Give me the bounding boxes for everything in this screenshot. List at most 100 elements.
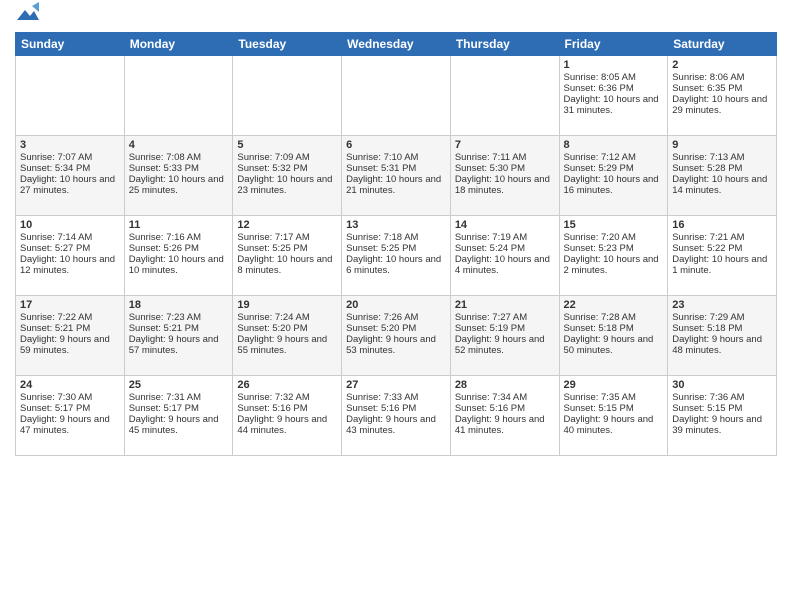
cell-content: Daylight: 9 hours and 52 minutes. (455, 334, 555, 356)
calendar-week-row: 17Sunrise: 7:22 AMSunset: 5:21 PMDayligh… (16, 296, 777, 376)
calendar-cell: 12Sunrise: 7:17 AMSunset: 5:25 PMDayligh… (233, 216, 342, 296)
cell-content: Daylight: 10 hours and 27 minutes. (20, 174, 120, 196)
cell-content: Sunset: 5:33 PM (129, 163, 229, 174)
cell-content: Daylight: 10 hours and 25 minutes. (129, 174, 229, 196)
day-number: 11 (129, 219, 229, 231)
cell-content: Sunrise: 7:08 AM (129, 152, 229, 163)
calendar-cell: 30Sunrise: 7:36 AMSunset: 5:15 PMDayligh… (668, 376, 777, 456)
day-number: 25 (129, 379, 229, 391)
calendar-cell: 29Sunrise: 7:35 AMSunset: 5:15 PMDayligh… (559, 376, 668, 456)
header (15, 10, 777, 24)
calendar-cell: 7Sunrise: 7:11 AMSunset: 5:30 PMDaylight… (450, 136, 559, 216)
cell-content: Sunset: 5:21 PM (20, 323, 120, 334)
cell-content: Daylight: 10 hours and 29 minutes. (672, 94, 772, 116)
day-number: 2 (672, 59, 772, 71)
day-number: 18 (129, 299, 229, 311)
cell-content: Sunset: 5:29 PM (564, 163, 664, 174)
day-number: 19 (237, 299, 337, 311)
calendar-cell: 25Sunrise: 7:31 AMSunset: 5:17 PMDayligh… (124, 376, 233, 456)
calendar-cell: 16Sunrise: 7:21 AMSunset: 5:22 PMDayligh… (668, 216, 777, 296)
cell-content: Sunrise: 7:07 AM (20, 152, 120, 163)
cell-content: Sunset: 5:15 PM (564, 403, 664, 414)
weekday-header: Thursday (450, 33, 559, 56)
cell-content: Daylight: 10 hours and 4 minutes. (455, 254, 555, 276)
cell-content: Sunrise: 7:31 AM (129, 392, 229, 403)
cell-content: Daylight: 10 hours and 1 minute. (672, 254, 772, 276)
calendar-cell: 5Sunrise: 7:09 AMSunset: 5:32 PMDaylight… (233, 136, 342, 216)
calendar-cell: 24Sunrise: 7:30 AMSunset: 5:17 PMDayligh… (16, 376, 125, 456)
cell-content: Sunset: 5:34 PM (20, 163, 120, 174)
cell-content: Sunrise: 7:29 AM (672, 312, 772, 323)
calendar-cell: 20Sunrise: 7:26 AMSunset: 5:20 PMDayligh… (342, 296, 451, 376)
cell-content: Sunset: 6:36 PM (564, 83, 664, 94)
day-number: 20 (346, 299, 446, 311)
cell-content: Daylight: 10 hours and 21 minutes. (346, 174, 446, 196)
cell-content: Sunrise: 7:27 AM (455, 312, 555, 323)
calendar-cell (124, 56, 233, 136)
cell-content: Sunrise: 7:16 AM (129, 232, 229, 243)
cell-content: Sunrise: 7:12 AM (564, 152, 664, 163)
calendar-cell: 22Sunrise: 7:28 AMSunset: 5:18 PMDayligh… (559, 296, 668, 376)
calendar-cell: 6Sunrise: 7:10 AMSunset: 5:31 PMDaylight… (342, 136, 451, 216)
day-number: 24 (20, 379, 120, 391)
calendar-week-row: 1Sunrise: 8:05 AMSunset: 6:36 PMDaylight… (16, 56, 777, 136)
cell-content: Daylight: 10 hours and 6 minutes. (346, 254, 446, 276)
calendar-cell: 27Sunrise: 7:33 AMSunset: 5:16 PMDayligh… (342, 376, 451, 456)
calendar-week-row: 10Sunrise: 7:14 AMSunset: 5:27 PMDayligh… (16, 216, 777, 296)
weekday-row: SundayMondayTuesdayWednesdayThursdayFrid… (16, 33, 777, 56)
cell-content: Daylight: 9 hours and 40 minutes. (564, 414, 664, 436)
day-number: 4 (129, 139, 229, 151)
cell-content: Sunrise: 7:23 AM (129, 312, 229, 323)
calendar-cell: 8Sunrise: 7:12 AMSunset: 5:29 PMDaylight… (559, 136, 668, 216)
cell-content: Sunset: 5:24 PM (455, 243, 555, 254)
cell-content: Sunrise: 7:17 AM (237, 232, 337, 243)
cell-content: Sunrise: 7:21 AM (672, 232, 772, 243)
cell-content: Sunset: 5:25 PM (237, 243, 337, 254)
calendar-cell: 4Sunrise: 7:08 AMSunset: 5:33 PMDaylight… (124, 136, 233, 216)
cell-content: Daylight: 10 hours and 14 minutes. (672, 174, 772, 196)
calendar-page: SundayMondayTuesdayWednesdayThursdayFrid… (0, 0, 792, 612)
calendar-body: 1Sunrise: 8:05 AMSunset: 6:36 PMDaylight… (16, 56, 777, 456)
day-number: 29 (564, 379, 664, 391)
cell-content: Sunrise: 8:06 AM (672, 72, 772, 83)
calendar-table: SundayMondayTuesdayWednesdayThursdayFrid… (15, 32, 777, 456)
cell-content: Daylight: 10 hours and 2 minutes. (564, 254, 664, 276)
cell-content: Sunrise: 8:05 AM (564, 72, 664, 83)
cell-content: Sunset: 5:26 PM (129, 243, 229, 254)
day-number: 27 (346, 379, 446, 391)
day-number: 7 (455, 139, 555, 151)
cell-content: Sunrise: 7:30 AM (20, 392, 120, 403)
cell-content: Sunrise: 7:11 AM (455, 152, 555, 163)
cell-content: Daylight: 9 hours and 57 minutes. (129, 334, 229, 356)
weekday-header: Friday (559, 33, 668, 56)
calendar-cell: 28Sunrise: 7:34 AMSunset: 5:16 PMDayligh… (450, 376, 559, 456)
cell-content: Daylight: 9 hours and 53 minutes. (346, 334, 446, 356)
day-number: 13 (346, 219, 446, 231)
cell-content: Daylight: 9 hours and 55 minutes. (237, 334, 337, 356)
cell-content: Sunset: 5:30 PM (455, 163, 555, 174)
calendar-cell: 9Sunrise: 7:13 AMSunset: 5:28 PMDaylight… (668, 136, 777, 216)
weekday-header: Saturday (668, 33, 777, 56)
cell-content: Daylight: 9 hours and 39 minutes. (672, 414, 772, 436)
day-number: 8 (564, 139, 664, 151)
cell-content: Sunrise: 7:34 AM (455, 392, 555, 403)
cell-content: Sunset: 6:35 PM (672, 83, 772, 94)
day-number: 22 (564, 299, 664, 311)
calendar-cell: 18Sunrise: 7:23 AMSunset: 5:21 PMDayligh… (124, 296, 233, 376)
cell-content: Sunrise: 7:36 AM (672, 392, 772, 403)
cell-content: Sunset: 5:22 PM (672, 243, 772, 254)
cell-content: Sunrise: 7:35 AM (564, 392, 664, 403)
cell-content: Daylight: 9 hours and 44 minutes. (237, 414, 337, 436)
cell-content: Sunrise: 7:22 AM (20, 312, 120, 323)
cell-content: Sunset: 5:20 PM (237, 323, 337, 334)
day-number: 9 (672, 139, 772, 151)
cell-content: Sunrise: 7:32 AM (237, 392, 337, 403)
cell-content: Sunset: 5:23 PM (564, 243, 664, 254)
cell-content: Daylight: 9 hours and 50 minutes. (564, 334, 664, 356)
cell-content: Sunrise: 7:26 AM (346, 312, 446, 323)
calendar-cell: 1Sunrise: 8:05 AMSunset: 6:36 PMDaylight… (559, 56, 668, 136)
cell-content: Sunset: 5:18 PM (672, 323, 772, 334)
calendar-cell: 19Sunrise: 7:24 AMSunset: 5:20 PMDayligh… (233, 296, 342, 376)
cell-content: Sunrise: 7:24 AM (237, 312, 337, 323)
weekday-header: Tuesday (233, 33, 342, 56)
